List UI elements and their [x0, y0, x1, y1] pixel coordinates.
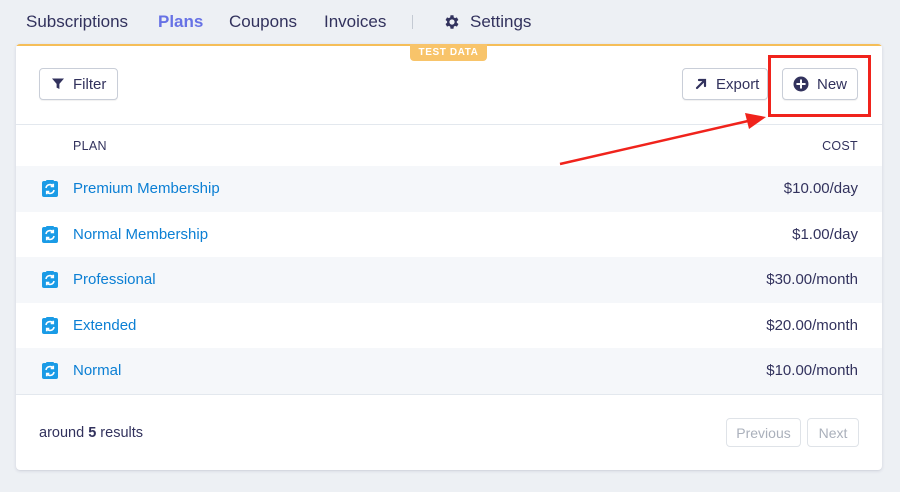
plan-cost: $30.00/month: [766, 271, 858, 289]
plan-icon: [42, 316, 58, 334]
plan-name-link[interactable]: Normal: [73, 362, 121, 379]
nav-divider: [412, 15, 413, 29]
results-prefix: around: [39, 425, 85, 441]
plan-cost: $1.00/day: [792, 225, 858, 243]
results-count: around 5 results: [39, 425, 143, 441]
table-row[interactable]: Normal Membership $1.00/day: [16, 212, 882, 258]
export-button-label: Export: [716, 75, 760, 93]
plan-icon: [42, 225, 58, 243]
plan-icon: [42, 271, 58, 289]
plan-cost: $20.00/month: [766, 316, 858, 334]
column-header-cost[interactable]: COST: [822, 139, 858, 153]
table-footer-divider: [16, 394, 882, 395]
plan-name-link[interactable]: Premium Membership: [73, 180, 220, 197]
plan-name-link[interactable]: Extended: [73, 317, 136, 334]
gear-icon[interactable]: [443, 13, 461, 31]
test-data-badge: TEST DATA: [410, 44, 487, 61]
results-number: 5: [88, 425, 97, 441]
plan-name-link[interactable]: Normal Membership: [73, 226, 208, 243]
export-button[interactable]: Export: [682, 68, 768, 100]
filter-icon: [52, 78, 64, 89]
plus-circle-icon: [793, 76, 809, 92]
table-row[interactable]: Premium Membership $10.00/day: [16, 166, 882, 212]
table-row[interactable]: Professional $30.00/month: [16, 257, 882, 303]
plan-cost: $10.00/month: [766, 362, 858, 380]
plans-card: TEST DATA Filter Export New PLAN COST Pr…: [16, 44, 882, 470]
top-navigation: Subscriptions Plans Coupons Invoices Set…: [0, 0, 900, 44]
column-header-plan[interactable]: PLAN: [73, 139, 107, 153]
new-button-label: New: [817, 75, 848, 93]
tab-invoices[interactable]: Invoices: [324, 12, 386, 32]
tab-coupons[interactable]: Coupons: [229, 12, 297, 32]
results-suffix: results: [100, 425, 144, 441]
filter-button[interactable]: Filter: [39, 68, 118, 100]
previous-page-button[interactable]: Previous: [726, 418, 801, 447]
table-row[interactable]: Normal $10.00/month: [16, 348, 882, 394]
tab-settings[interactable]: Settings: [470, 12, 531, 32]
plan-icon: [42, 180, 58, 197]
table-row[interactable]: Extended $20.00/month: [16, 303, 882, 349]
next-page-button[interactable]: Next: [807, 418, 859, 447]
plan-icon: [42, 362, 58, 380]
new-plan-button[interactable]: New: [782, 68, 858, 100]
filter-button-label: Filter: [73, 75, 107, 93]
toolbar-divider: [16, 124, 882, 125]
arrow-up-right-icon: [695, 78, 707, 90]
tab-plans[interactable]: Plans: [158, 12, 203, 32]
tab-subscriptions[interactable]: Subscriptions: [26, 12, 128, 32]
plan-name-link[interactable]: Professional: [73, 271, 156, 288]
plan-cost: $10.00/day: [783, 180, 858, 197]
table-header: PLAN COST: [16, 126, 882, 166]
